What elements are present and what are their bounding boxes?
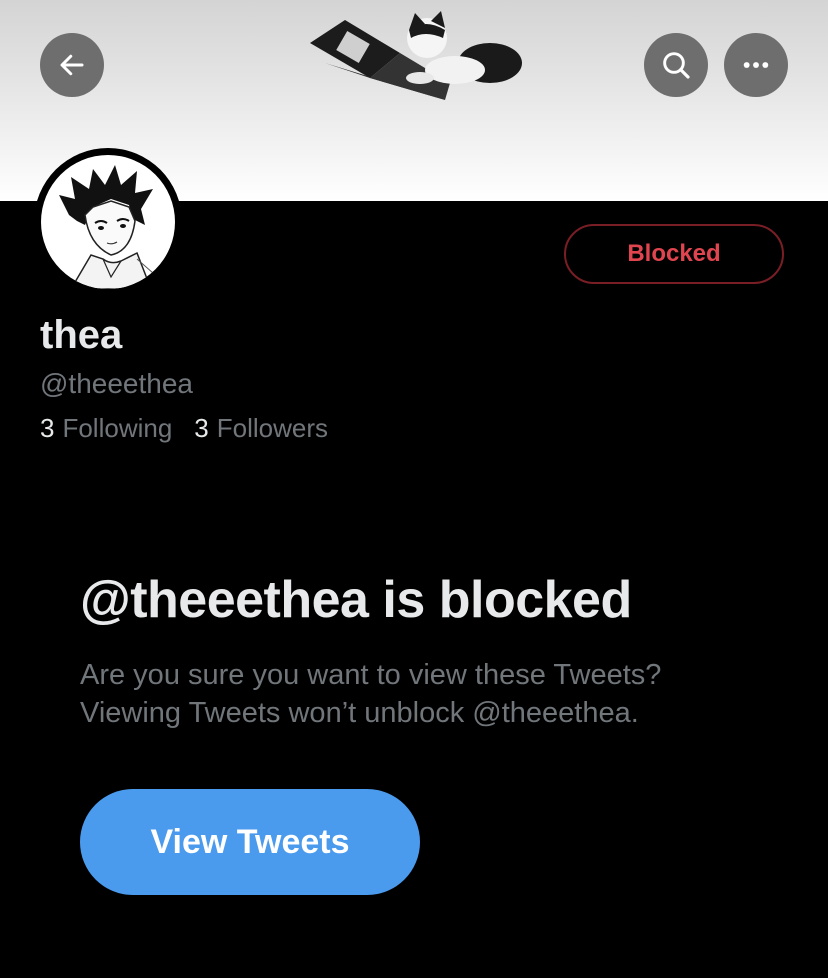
blocked-notice-description: Are you sure you want to view these Twee… (80, 659, 662, 729)
banner-image (310, 11, 522, 100)
profile-name: thea (40, 313, 123, 357)
followers-label: Followers (216, 413, 329, 443)
search-button[interactable] (644, 33, 708, 97)
avatar-image (41, 155, 175, 289)
view-tweets-label: View Tweets (150, 822, 350, 861)
blocked-button-label: Blocked (627, 240, 721, 267)
following-label: Following (62, 413, 173, 443)
blocked-button[interactable]: Blocked (564, 224, 784, 284)
view-tweets-button[interactable]: View Tweets (80, 789, 420, 895)
profile-handle: @theeethea (40, 368, 193, 399)
arrow-left-icon (60, 54, 84, 76)
followers-count: 3 (194, 413, 209, 443)
avatar[interactable] (34, 148, 182, 296)
search-icon (663, 52, 690, 79)
cat-illustration (406, 11, 522, 84)
profile-stats: 3 Following 3 Followers (40, 413, 328, 444)
blocked-notice-title: @theeethea is blocked (80, 571, 632, 629)
more-dots-icon (743, 62, 769, 68)
following-link[interactable]: 3 Following (40, 413, 172, 444)
followers-link[interactable]: 3 Followers (194, 413, 328, 444)
more-options-button[interactable] (724, 33, 788, 97)
back-button[interactable] (40, 33, 104, 97)
following-count: 3 (40, 413, 55, 443)
